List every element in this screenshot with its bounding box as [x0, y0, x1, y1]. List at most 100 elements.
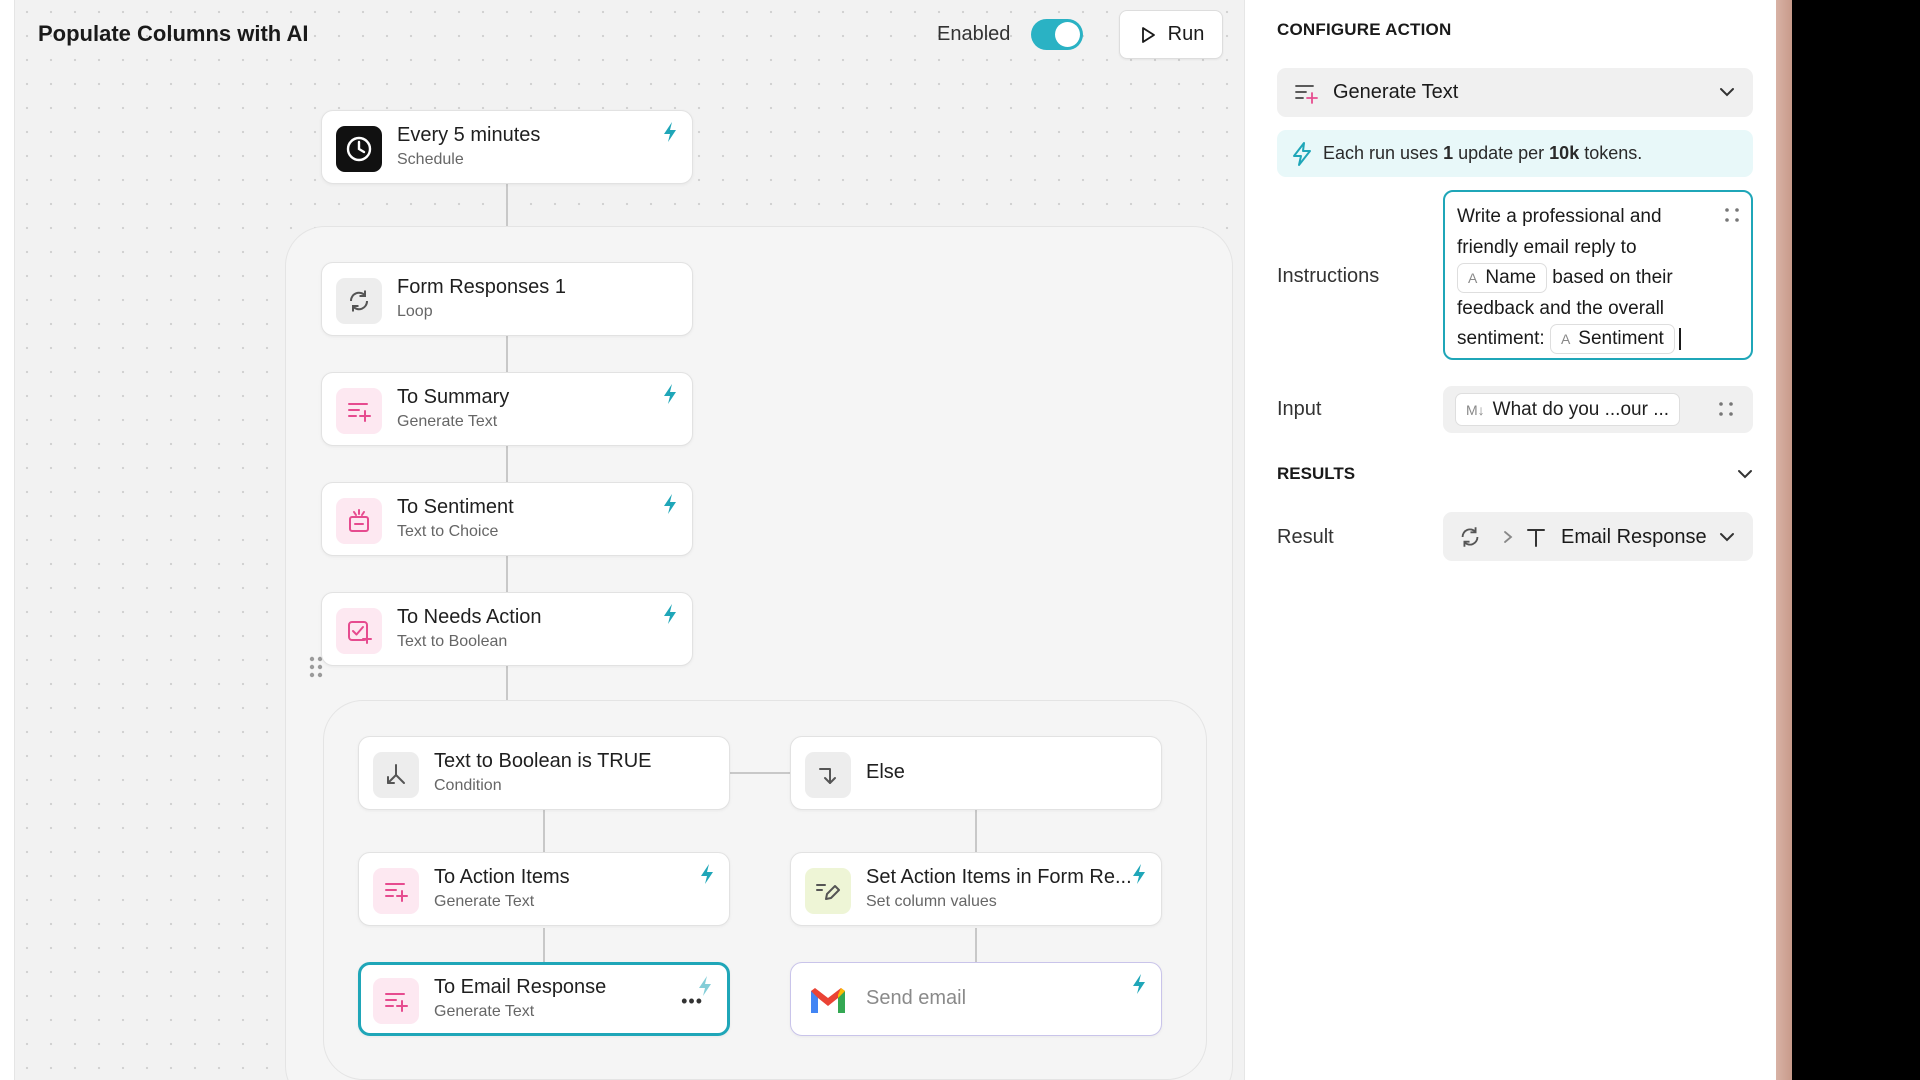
panel-header: CONFIGURE ACTION	[1277, 20, 1452, 39]
node-title: Send email	[866, 987, 967, 1009]
generate-text-icon	[373, 978, 419, 1024]
else-arrow-icon	[805, 752, 851, 798]
text-column-icon	[1527, 529, 1545, 547]
usage-tokens: 10k	[1549, 143, 1580, 163]
node-subtitle: Generate Text	[434, 893, 535, 910]
bolt-icon	[699, 976, 711, 996]
chevron-right-icon	[1504, 531, 1513, 543]
generate-text-icon	[336, 388, 382, 434]
node-title: To Email Response	[434, 976, 607, 998]
connector	[506, 446, 508, 482]
variable-chip-name[interactable]: A Name	[1457, 263, 1548, 293]
text-type-icon: A	[1560, 331, 1571, 348]
configure-action-panel: CONFIGURE ACTION Generate Text Each run …	[1244, 0, 1776, 1080]
chevron-down-icon	[1720, 88, 1734, 97]
node-subtitle: Loop	[397, 303, 433, 320]
toggle-knob	[1055, 22, 1080, 47]
bolt-icon	[664, 122, 676, 142]
node-loop[interactable]: Form Responses 1 Loop	[321, 262, 693, 336]
connector	[975, 810, 977, 854]
result-label: Result	[1277, 526, 1334, 548]
node-subtitle: Condition	[434, 777, 502, 794]
connector	[975, 928, 977, 964]
usage-middle: update per	[1453, 143, 1550, 163]
bolt-icon	[1133, 864, 1145, 884]
node-title: To Summary	[397, 386, 510, 408]
insert-variable-icon[interactable]	[1717, 400, 1735, 423]
result-column-select[interactable]: Email Response	[1443, 512, 1753, 561]
generate-text-icon	[373, 868, 419, 914]
node-to-email-response[interactable]: To Email Response Generate Text •••	[358, 962, 730, 1036]
text-to-boolean-icon	[336, 608, 382, 654]
usage-prefix: Each run uses	[1323, 143, 1444, 163]
drag-handle-icon[interactable]	[309, 656, 323, 683]
node-subtitle: Generate Text	[434, 1003, 535, 1020]
text-to-choice-icon	[336, 498, 382, 544]
usage-info-banner: Each run uses 1 update per 10k tokens.	[1277, 130, 1753, 177]
play-icon	[1141, 26, 1155, 43]
node-subtitle: Text to Choice	[397, 523, 499, 540]
connector	[506, 184, 508, 226]
bolt-icon	[664, 384, 676, 404]
node-set-action-items[interactable]: Set Action Items in Form Re... Set colum…	[790, 852, 1162, 926]
enabled-toggle[interactable]	[1031, 19, 1083, 50]
chip-label: Name	[1485, 267, 1537, 288]
instructions-editor[interactable]: Write a professional and friendly email …	[1443, 190, 1753, 360]
generate-text-icon	[1295, 85, 1318, 104]
node-title: Else	[866, 761, 905, 783]
node-title: To Sentiment	[397, 496, 514, 518]
action-type-select[interactable]: Generate Text	[1277, 68, 1753, 117]
connector	[506, 336, 508, 372]
usage-suffix: tokens.	[1579, 143, 1643, 163]
text-cursor	[1678, 328, 1681, 351]
clock-icon	[336, 126, 382, 172]
run-button-label: Run	[1167, 23, 1205, 45]
node-title: To Needs Action	[397, 606, 542, 628]
node-to-sentiment[interactable]: To Sentiment Text to Choice	[321, 482, 693, 556]
gmail-icon	[805, 978, 851, 1024]
edit-icon	[805, 868, 851, 914]
node-to-needs-action[interactable]: To Needs Action Text to Boolean	[321, 592, 693, 666]
bolt-icon	[664, 604, 676, 624]
workflow-canvas[interactable]: Populate Columns with AI Enabled Run Eve…	[14, 0, 1244, 1080]
node-subtitle: Text to Boolean	[397, 633, 508, 650]
node-title: Set Action Items in Form Re...	[866, 866, 1132, 888]
run-button[interactable]: Run	[1119, 10, 1223, 59]
node-subtitle: Generate Text	[397, 413, 498, 430]
text-type-icon: A	[1468, 270, 1478, 286]
action-type-label: Generate Text	[1333, 81, 1459, 103]
insert-variable-icon[interactable]	[1723, 204, 1741, 235]
loop-icon	[1461, 527, 1479, 547]
node-to-summary[interactable]: To Summary Generate Text	[321, 372, 693, 446]
connector	[543, 928, 545, 964]
node-title: Form Responses 1	[397, 276, 566, 298]
connector	[543, 810, 545, 854]
usage-count: 1	[1443, 143, 1454, 163]
chip-label: What do you ...our ...	[1492, 398, 1670, 420]
app-window: Populate Columns with AI Enabled Run Eve…	[0, 0, 1776, 1080]
node-else[interactable]: Else	[790, 736, 1162, 810]
bolt-icon	[1293, 142, 1311, 166]
instructions-label: Instructions	[1277, 265, 1380, 287]
chevron-down-icon	[1720, 533, 1734, 542]
node-to-action-items[interactable]: To Action Items Generate Text	[358, 852, 730, 926]
node-title: Text to Boolean is TRUE	[434, 750, 652, 772]
loop-icon	[336, 278, 382, 324]
node-schedule[interactable]: Every 5 minutes Schedule	[321, 110, 693, 184]
enabled-label: Enabled	[937, 23, 1011, 45]
node-title: Every 5 minutes	[397, 124, 541, 146]
input-field[interactable]: M↓ What do you ...our ...	[1443, 386, 1753, 433]
variable-chip-sentiment[interactable]: A Sentiment	[1549, 324, 1675, 355]
connector	[506, 556, 508, 592]
window-edge	[1776, 0, 1792, 1080]
node-subtitle: Set column values	[866, 893, 997, 910]
input-variable-chip[interactable]: M↓ What do you ...our ...	[1455, 393, 1681, 426]
left-gutter	[0, 0, 14, 1080]
input-label: Input	[1277, 398, 1322, 420]
chevron-down-icon[interactable]	[1737, 468, 1753, 480]
node-subtitle: Schedule	[397, 151, 464, 168]
node-send-email[interactable]: Send email	[790, 962, 1162, 1036]
bolt-icon	[701, 864, 713, 884]
node-condition[interactable]: Text to Boolean is TRUE Condition	[358, 736, 730, 810]
bolt-icon	[1133, 974, 1145, 994]
